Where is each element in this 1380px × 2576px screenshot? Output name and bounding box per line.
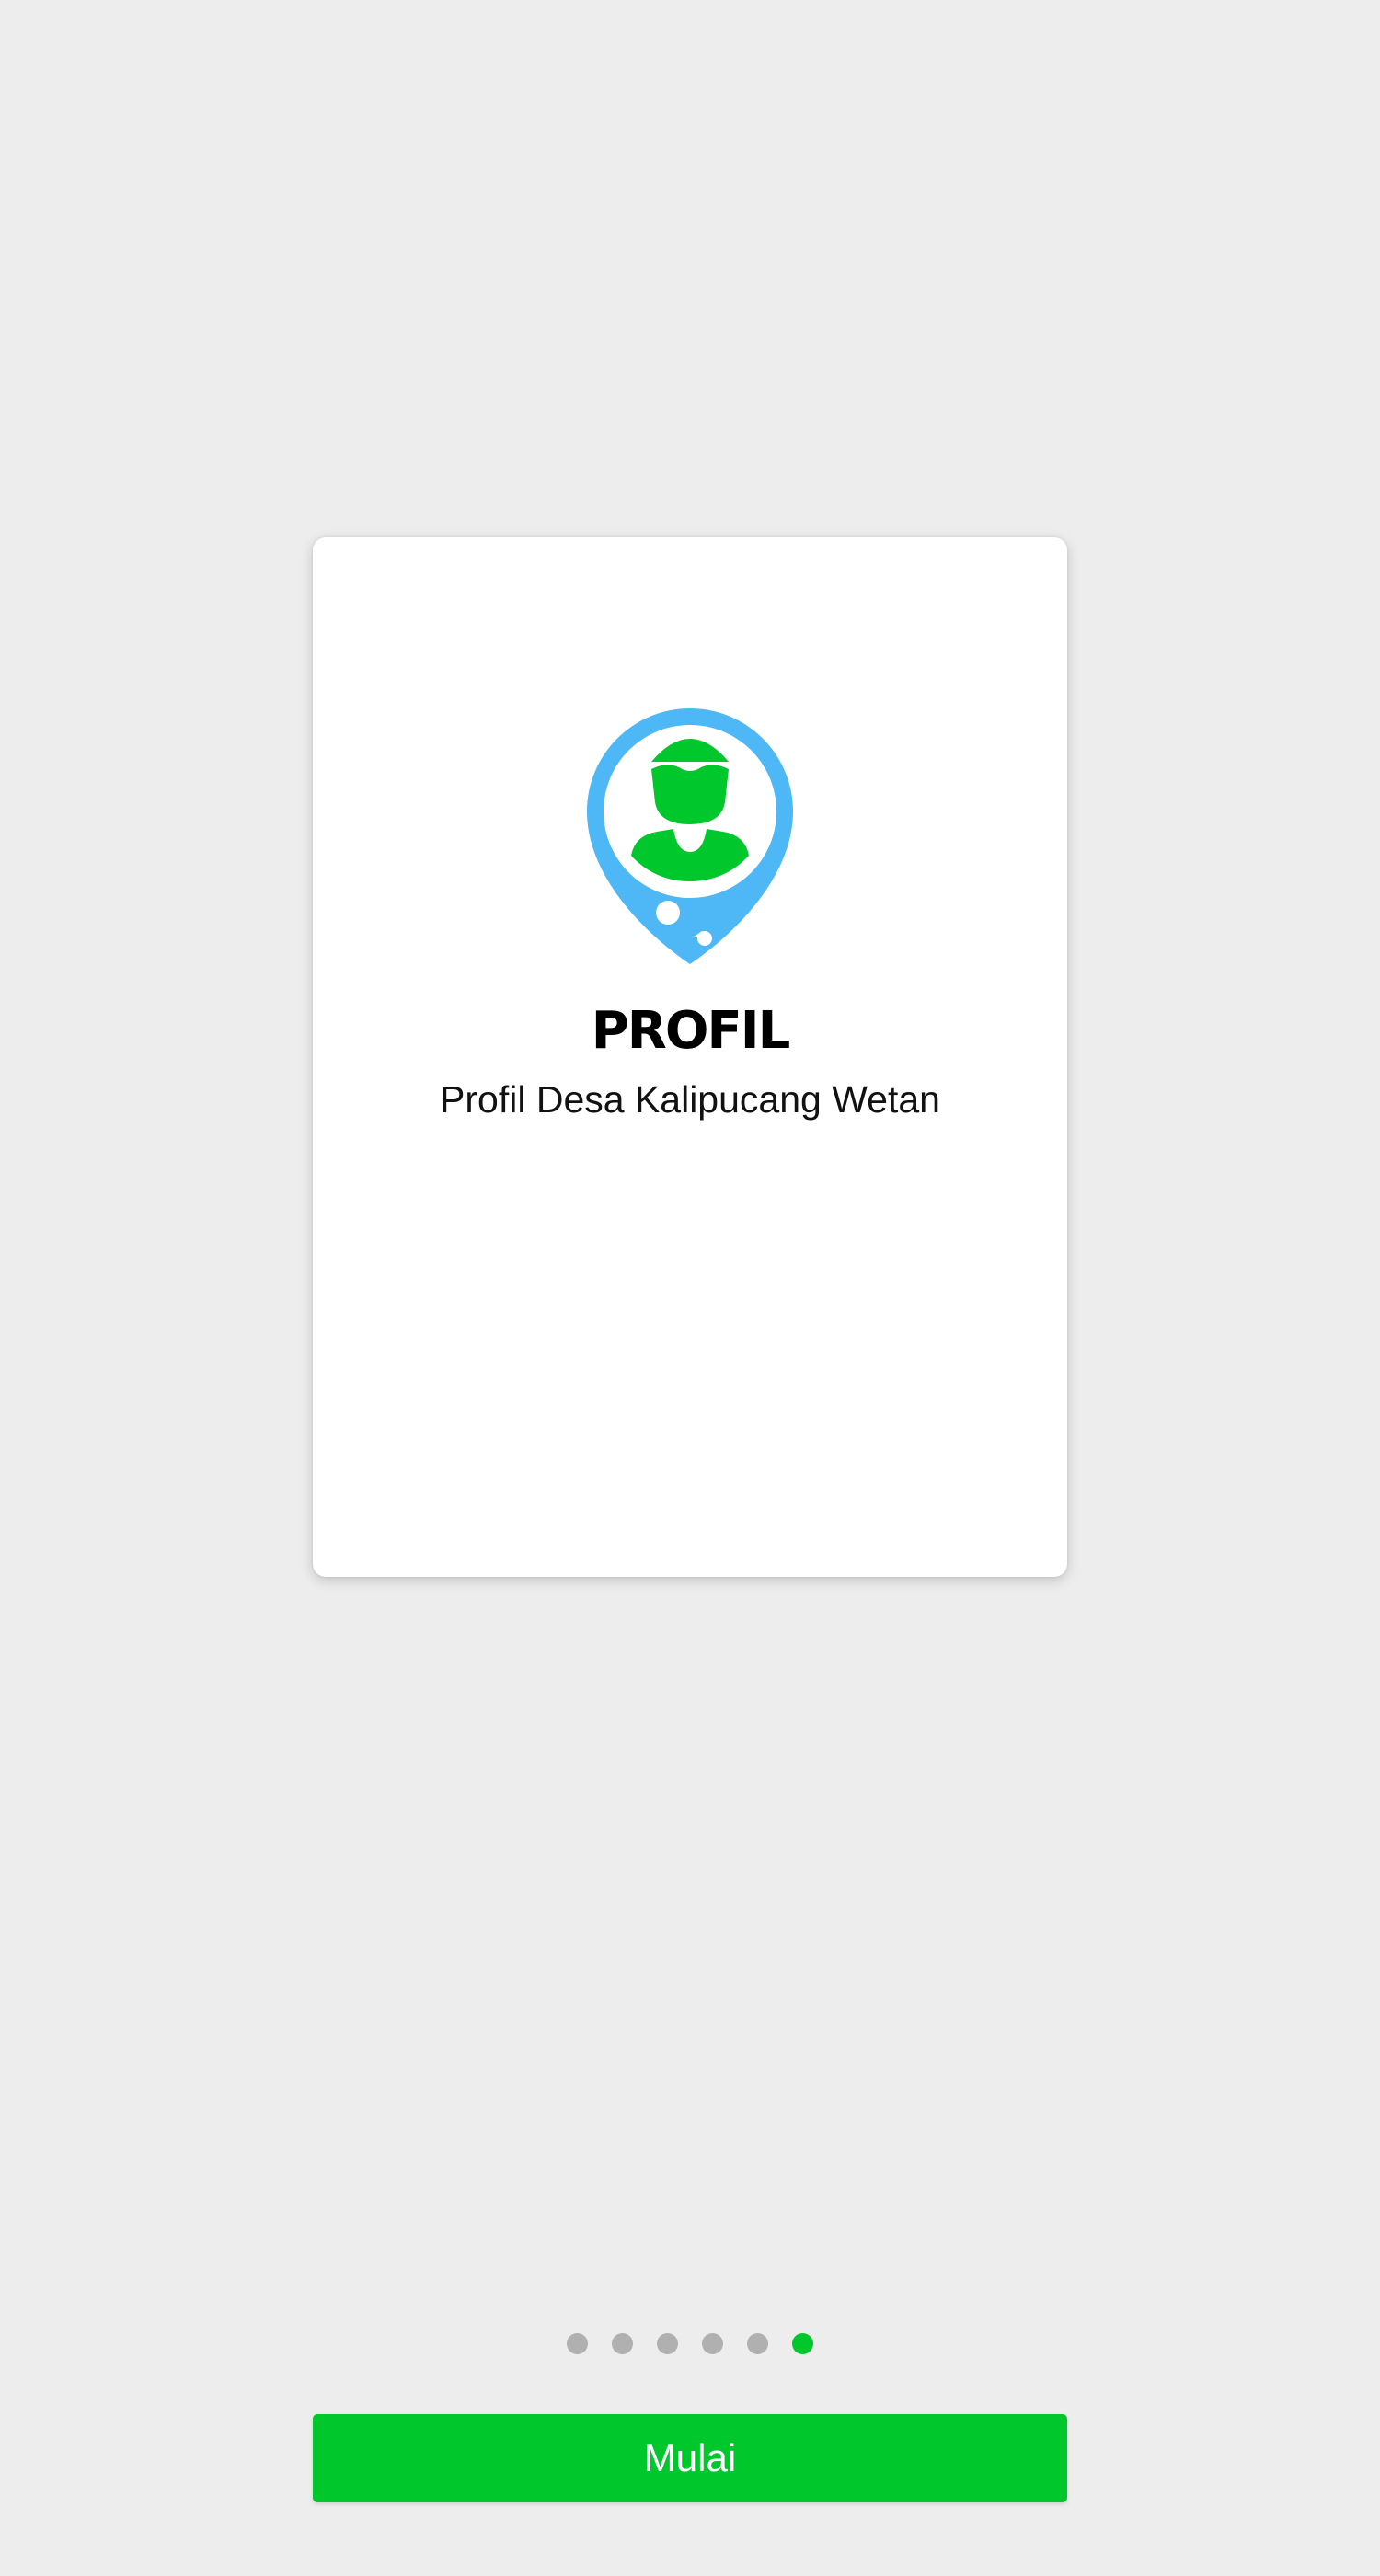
onboarding-card: PROFIL Profil Desa Kalipucang Wetan xyxy=(313,537,1067,1577)
card-subtitle: Profil Desa Kalipucang Wetan xyxy=(440,1078,940,1121)
onboarding-screen: { "onboarding": { "card": { "icon": "pro… xyxy=(0,0,1380,2576)
pagination-dot[interactable] xyxy=(567,2333,588,2354)
pagination-dot[interactable] xyxy=(612,2333,633,2354)
pagination-dot[interactable] xyxy=(747,2333,768,2354)
pagination-dots xyxy=(0,2333,1380,2355)
card-title: PROFIL xyxy=(591,1001,791,1061)
profile-location-pin-icon xyxy=(587,701,793,968)
pagination-dot-active[interactable] xyxy=(792,2333,813,2354)
start-button[interactable]: Mulai xyxy=(313,2414,1067,2502)
pagination-dot[interactable] xyxy=(702,2333,723,2354)
pagination-dot[interactable] xyxy=(657,2333,678,2354)
